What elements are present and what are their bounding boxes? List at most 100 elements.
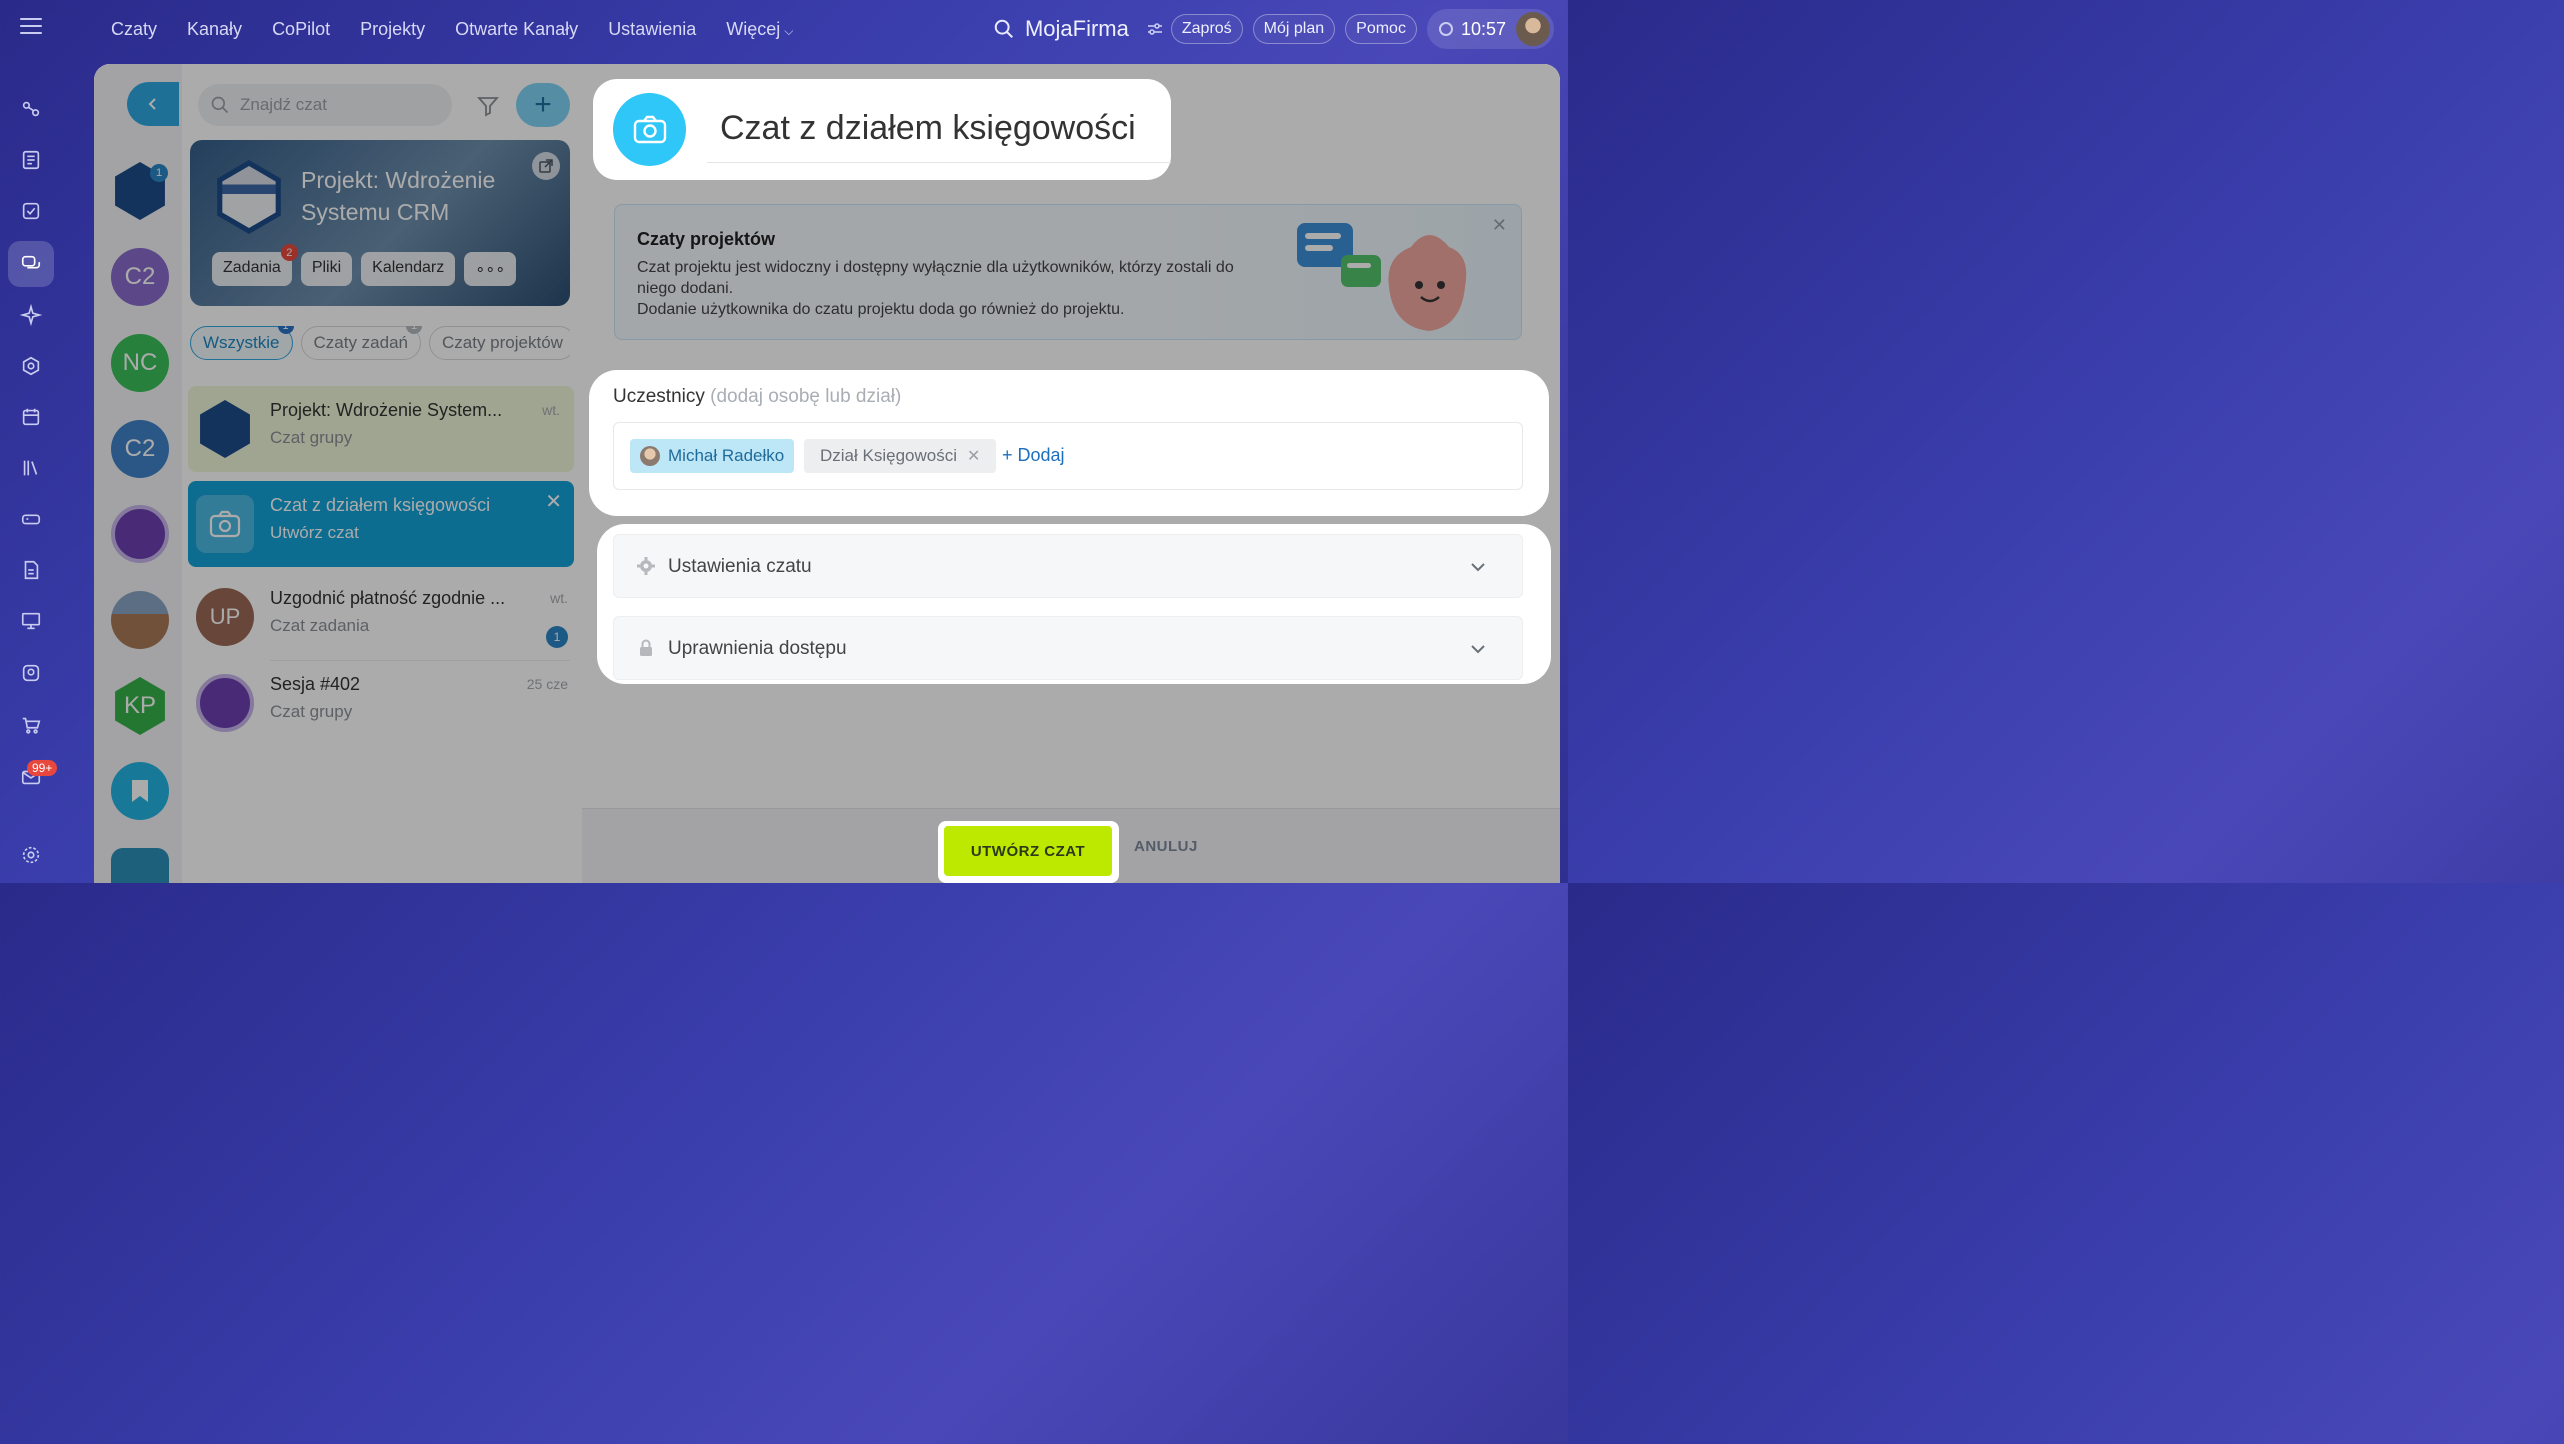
members-label: Uczestnicy (dodaj osobę lub dział) <box>613 386 901 408</box>
nav-chats[interactable]: Czaty <box>111 19 157 40</box>
nav-settings[interactable]: Ustawienia <box>608 19 696 40</box>
tab-all[interactable]: Wszystkie 1 <box>190 326 294 360</box>
my-plan-button[interactable]: Mój plan <box>1252 14 1336 44</box>
nav-channels[interactable]: Kanały <box>187 19 242 40</box>
tab-task-chats[interactable]: Czaty zadań 1 <box>300 326 422 360</box>
recent-chat-c2[interactable]: C2 <box>111 248 169 306</box>
project-avatar <box>200 400 250 458</box>
unread-badge: 1 <box>546 626 568 648</box>
rail-tasks[interactable] <box>8 188 54 234</box>
recent-chat-calendar[interactable] <box>111 848 169 883</box>
clock-icon <box>1438 22 1453 36</box>
bookmark-icon <box>132 780 148 802</box>
recent-chat-city[interactable] <box>111 591 169 649</box>
new-chat-button[interactable]: + <box>516 83 570 127</box>
chip-tasks[interactable]: Zadania 2 <box>212 244 298 286</box>
presentation-icon <box>21 612 41 630</box>
create-chat-button[interactable]: UTWÓRZ CZAT <box>944 826 1112 876</box>
left-rail: 99+ <box>0 70 64 883</box>
nav-open-channels[interactable]: Otwarte Kanały <box>455 19 578 40</box>
chat-name-input[interactable]: Czat z działem księgowości <box>720 109 1136 148</box>
filter-icon[interactable] <box>476 94 500 118</box>
department-tag[interactable]: Dział Księgowości ✕ <box>804 439 997 473</box>
rail-crm[interactable] <box>8 650 54 696</box>
chat-date: 25 cze <box>526 676 568 692</box>
chat-search-input[interactable]: Znajdź czat <box>198 84 452 126</box>
chevron-down-icon <box>1471 563 1485 572</box>
chat-title: Sesja #402 <box>270 674 361 694</box>
hexagon-icon <box>22 356 40 376</box>
recent-chat-nc[interactable]: NC <box>111 334 169 392</box>
document-list-icon <box>22 150 40 170</box>
recent-chat-bookmarks[interactable] <box>111 762 169 820</box>
recent-chat-c2-2[interactable]: C2 <box>111 420 169 478</box>
add-member-link[interactable]: + Dodaj <box>1002 445 1065 466</box>
rail-calendar[interactable] <box>8 394 54 440</box>
list-item[interactable]: UP Uzgodnić płatność zgodnie ... Czat za… <box>182 574 582 660</box>
rail-shop[interactable] <box>8 702 54 748</box>
chat-bubbles-icon <box>21 255 41 269</box>
settings-sliders-icon[interactable] <box>1147 21 1163 37</box>
chevron-down-icon: ⌵ <box>784 23 794 38</box>
invite-button[interactable]: Zaproś <box>1170 14 1243 44</box>
chip-calendar[interactable]: Kalendarz <box>361 252 456 286</box>
chat-avatar-upload[interactable] <box>613 93 686 166</box>
rail-training[interactable] <box>8 598 54 644</box>
user-avatar[interactable] <box>1516 12 1550 46</box>
rail-feed[interactable] <box>8 86 54 132</box>
chat-subtitle: Czat grupy <box>270 428 353 447</box>
tasks-badge: 2 <box>280 244 298 261</box>
rail-chats[interactable] <box>8 241 54 287</box>
remove-icon[interactable]: ✕ <box>967 446 980 466</box>
close-icon[interactable]: ✕ <box>545 489 562 514</box>
help-button[interactable]: Pomoc <box>1345 14 1417 44</box>
nav-copilot[interactable]: CoPilot <box>272 19 330 40</box>
list-item-selected[interactable]: Czat z działem księgowości Utwórz czat ✕ <box>188 481 574 567</box>
banner-title: Czaty projektów <box>637 229 776 249</box>
chat-avatar <box>196 674 254 732</box>
drive-icon <box>21 514 41 525</box>
recent-chat-session[interactable] <box>111 505 169 563</box>
project-logo <box>217 160 281 234</box>
close-icon[interactable]: ✕ <box>1492 215 1507 236</box>
rail-projects[interactable] <box>8 343 54 389</box>
list-item[interactable]: Sesja #402 Czat grupy 25 cze <box>182 660 582 746</box>
rail-documents[interactable] <box>8 547 54 593</box>
access-accordion[interactable]: Uprawnienia dostępu <box>613 616 1523 680</box>
chat-settings-accordion[interactable]: Ustawienia czatu <box>613 534 1523 598</box>
rail-settings[interactable] <box>8 832 54 878</box>
list-item[interactable]: Projekt: Wdrożenie System... Czat grupy … <box>188 386 574 472</box>
unread-badge: 1 <box>150 164 168 182</box>
members-input[interactable]: Michał Radełko Dział Księgowości ✕ + Doda… <box>613 422 1523 490</box>
more-icon[interactable]: ∘∘∘ <box>464 252 517 286</box>
tab-task-chats-badge: 1 <box>406 326 422 334</box>
project-card[interactable]: Projekt: Wdrożenie Systemu CRM Zadania 2 … <box>190 140 570 306</box>
tab-project-chats[interactable]: Czaty projektów <box>429 326 570 360</box>
member-tag[interactable]: Michał Radełko <box>630 439 795 473</box>
tab-task-chats-label: Czaty zadań <box>313 333 409 352</box>
rail-tasks-list[interactable] <box>8 137 54 183</box>
search-icon[interactable] <box>993 18 1015 40</box>
chat-subtitle: Utwórz czat <box>270 523 359 542</box>
nav-projects[interactable]: Projekty <box>360 19 425 40</box>
clock-widget[interactable]: 10:57 <box>1426 9 1554 49</box>
company-name[interactable]: MojaFirma <box>1025 16 1129 42</box>
rail-knowledge[interactable] <box>8 445 54 491</box>
recent-chat-kp[interactable]: KP <box>115 677 165 735</box>
collapse-button[interactable] <box>127 82 179 126</box>
nav-more[interactable]: Więcej ⌵ <box>726 19 793 40</box>
access-label: Uprawnienia dostępu <box>668 638 847 659</box>
top-bar: Czaty Kanały CoPilot Projekty Otwarte Ka… <box>0 0 1568 58</box>
project-title: Projekt: Wdrożenie Systemu CRM <box>301 167 496 225</box>
settings-section: Ustawienia czatu Uprawnienia dostępu <box>597 524 1551 684</box>
rail-drive[interactable] <box>8 496 54 542</box>
menu-icon[interactable] <box>20 18 42 36</box>
cancel-button[interactable]: ANULUJ <box>1134 838 1198 855</box>
chip-files[interactable]: Pliki <box>300 252 353 286</box>
banner-text: Czat projektu jest widoczny i dostępny w… <box>637 257 1277 320</box>
chat-settings-label: Ustawienia czatu <box>668 556 812 577</box>
chat-date: wt. <box>542 402 560 418</box>
chevron-down-icon <box>1471 645 1485 654</box>
rail-copilot[interactable] <box>8 292 54 338</box>
open-external-icon[interactable] <box>532 152 560 180</box>
